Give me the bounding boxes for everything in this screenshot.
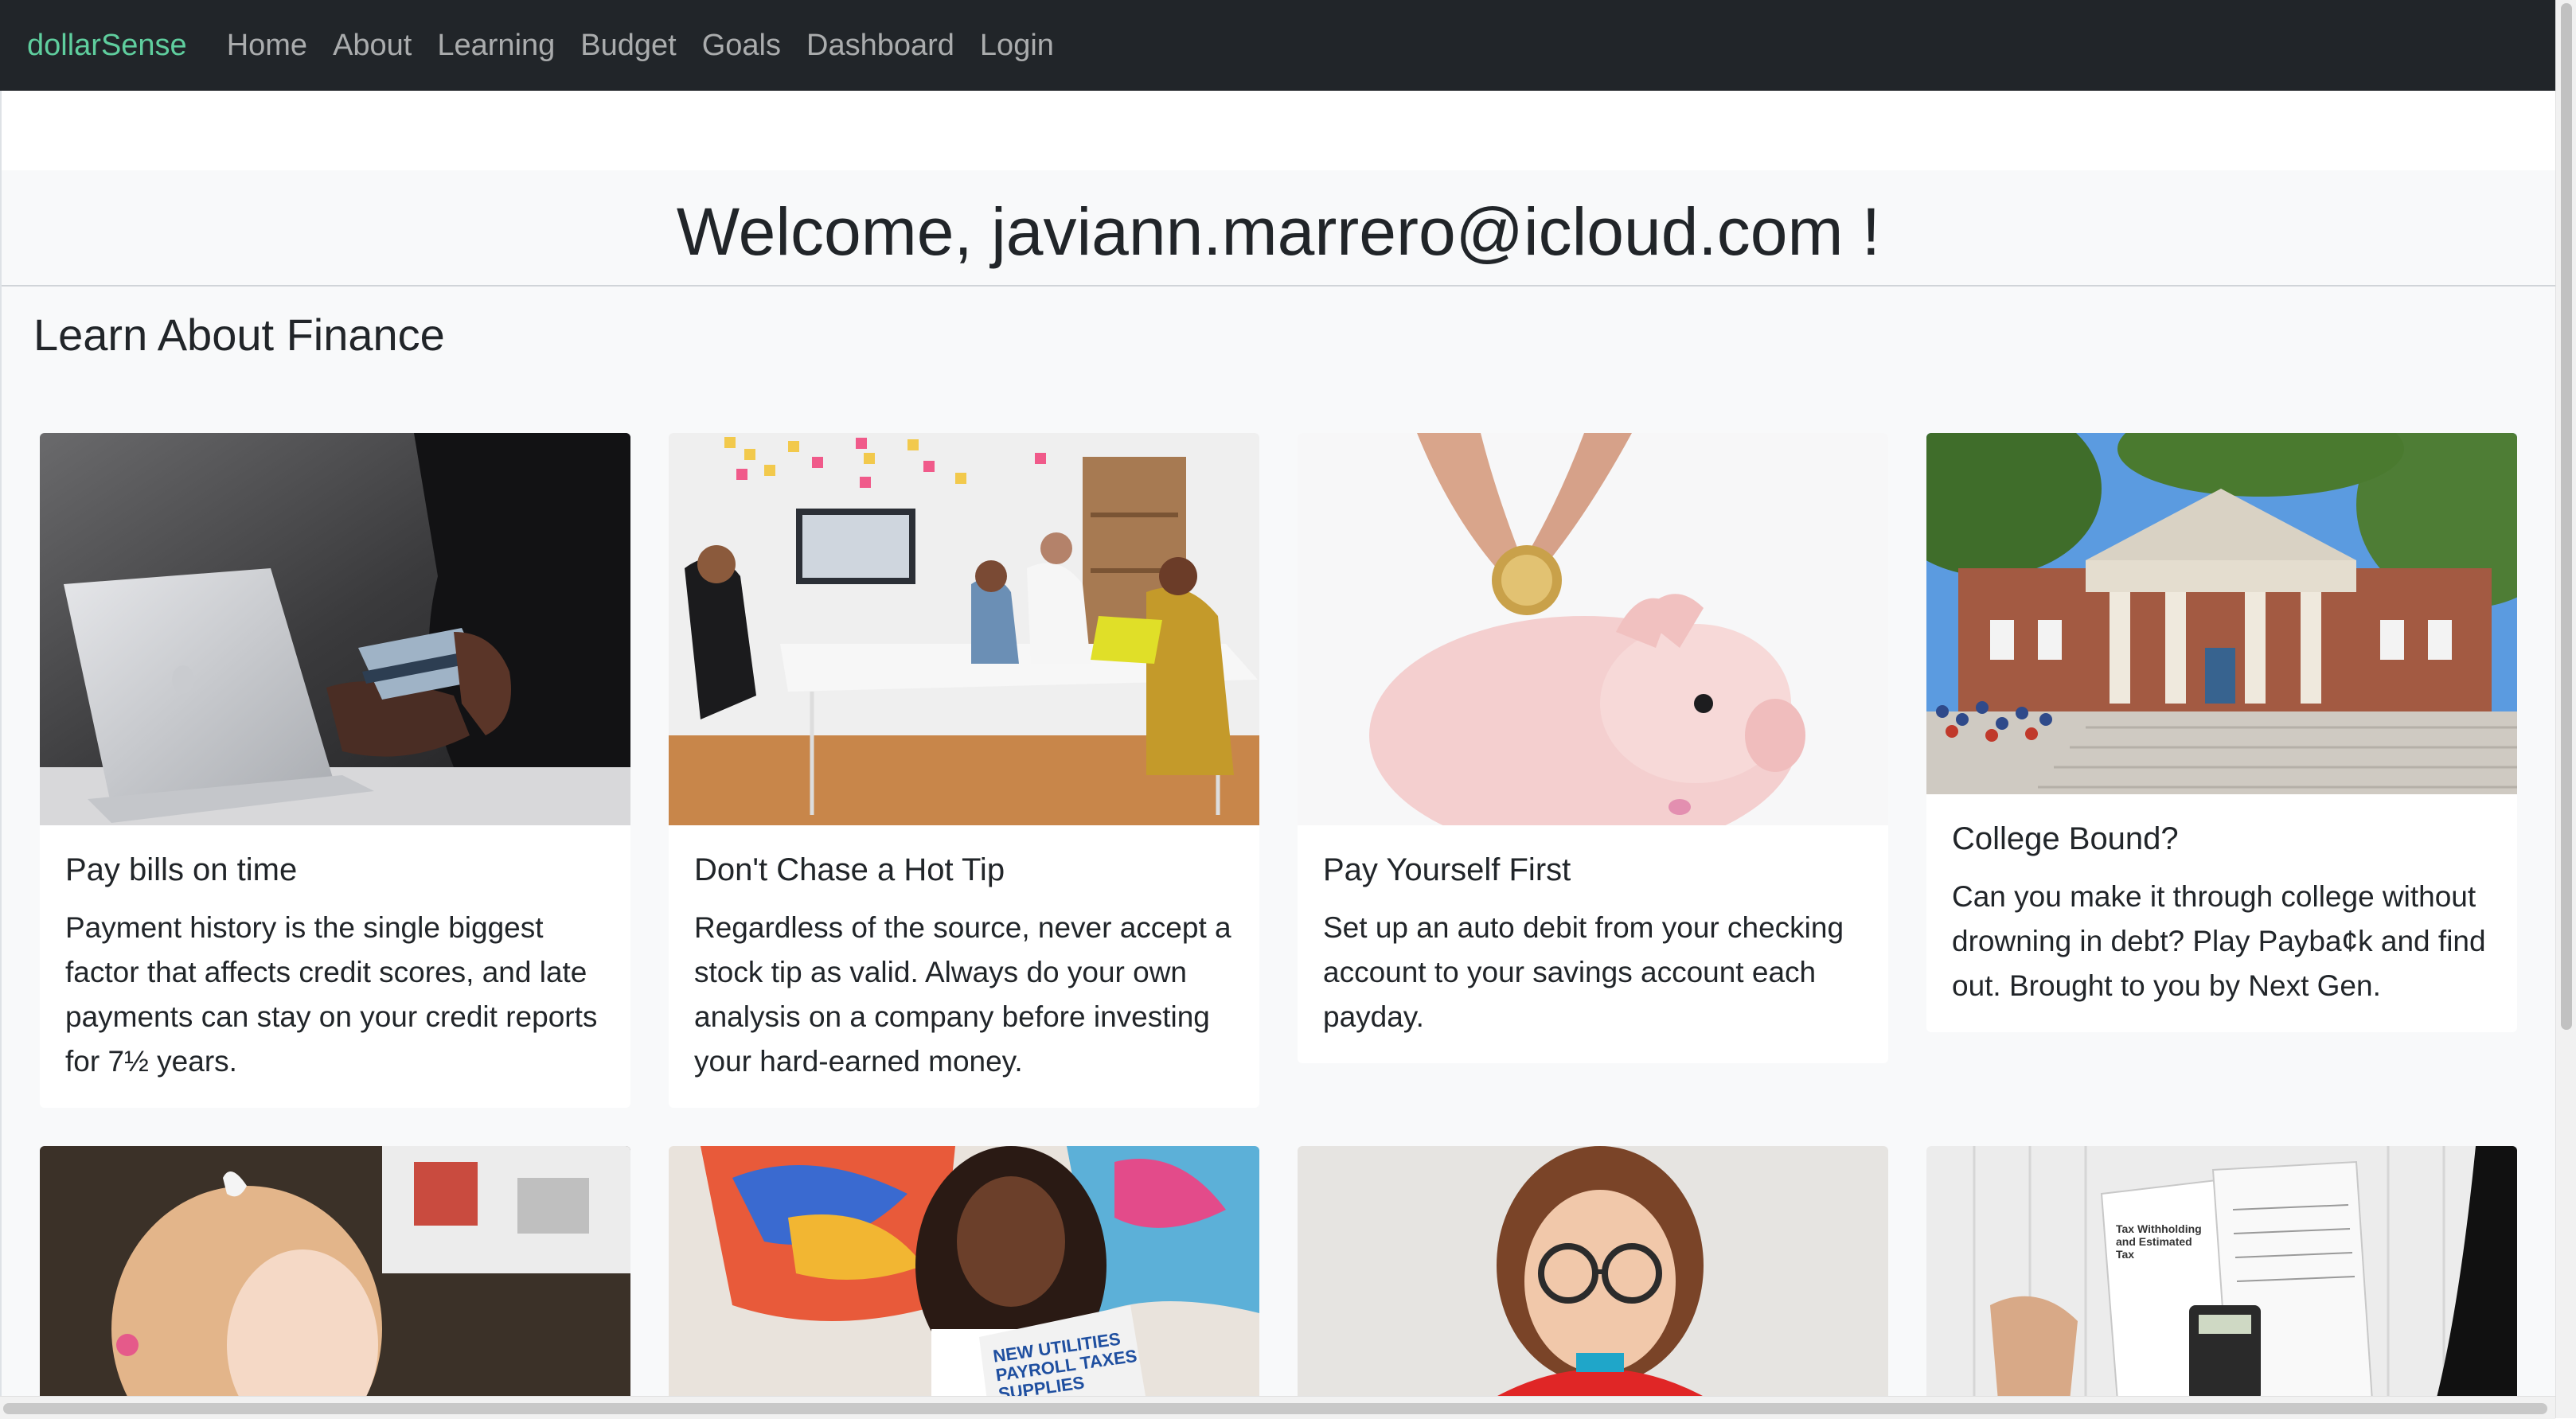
nav-link-dashboard[interactable]: Dashboard [806,29,954,63]
horizontal-scrollbar-thumb[interactable] [3,1403,2547,1414]
card-title: Don't Chase a Hot Tip [694,852,1005,887]
card-text: Payment history is the single biggest fa… [65,911,598,1078]
top-navbar: dollarSense Home About Learning Budget G… [0,0,2555,91]
card-body: Don't Chase a Hot Tip Regardless of the … [669,825,1259,1108]
nav-link-login[interactable]: Login [980,29,1054,63]
card-title: College Bound? [1952,821,2179,856]
card-text: Set up an auto debit from your checking … [1323,911,1844,1033]
nav-link-budget[interactable]: Budget [580,29,676,63]
nav-link-home[interactable]: Home [227,29,307,63]
card-body: Pay bills on time Payment history is the… [40,825,630,1108]
card-image-office-meeting [669,433,1259,825]
section-title: Learn About Finance [33,310,445,360]
card-row2-child-glasses[interactable] [1298,1146,1888,1401]
card-image-college-building [1926,433,2517,794]
card-college-bound[interactable]: College Bound? Can you make it through c… [1926,433,2517,1032]
card-row2-girl-braids[interactable] [40,1146,630,1401]
vertical-scrollbar[interactable] [2555,0,2576,1418]
card-image-laptop-credit-card [40,433,630,825]
card-image-piggy-bank [1298,433,1888,825]
card-image-tax-forms: Tax Withholding and Estimated Tax [1926,1146,2517,1401]
card-image-girl-braids [40,1146,630,1401]
card-title: Pay bills on time [65,852,298,887]
page-content: Welcome, javiann.marrero@icloud.com ! Le… [0,91,2555,1401]
welcome-banner: Welcome, javiann.marrero@icloud.com ! [2,170,2555,287]
card-pay-bills[interactable]: Pay bills on time Payment history is the… [40,433,630,1108]
card-pay-yourself[interactable]: Pay Yourself First Set up an auto debit … [1298,433,1888,1063]
vertical-scrollbar-thumb[interactable] [2561,3,2572,1030]
brand-logo-link[interactable]: dollarSense [27,29,187,63]
nav-link-about[interactable]: About [333,29,412,63]
learn-section: Learn About Finance Pay bills on time Pa… [2,287,2555,1401]
card-text: Regardless of the source, never accept a… [694,911,1231,1078]
card-body: Pay Yourself First Set up an auto debit … [1298,825,1888,1063]
card-text: Can you make it through college without … [1952,880,2486,1002]
card-image-reading-woman: NEW UTILITIES PAYROLL TAXES SUPPLIES [669,1146,1259,1401]
nav-link-learning[interactable]: Learning [437,29,555,63]
card-row2-tax-forms[interactable]: Tax Withholding and Estimated Tax [1926,1146,2517,1401]
nav-link-goals[interactable]: Goals [702,29,781,63]
welcome-heading: Welcome, javiann.marrero@icloud.com ! [676,193,1881,269]
tax-form-text: Tax Withholding and Estimated Tax [2116,1222,2202,1261]
card-title: Pay Yourself First [1323,852,1571,887]
card-body: College Bound? Can you make it through c… [1926,794,2517,1032]
card-row2-reading-woman[interactable]: NEW UTILITIES PAYROLL TAXES SUPPLIES [669,1146,1259,1401]
card-hot-tip[interactable]: Don't Chase a Hot Tip Regardless of the … [669,433,1259,1108]
card-image-child-glasses [1298,1146,1888,1401]
horizontal-scrollbar[interactable] [0,1396,2555,1419]
